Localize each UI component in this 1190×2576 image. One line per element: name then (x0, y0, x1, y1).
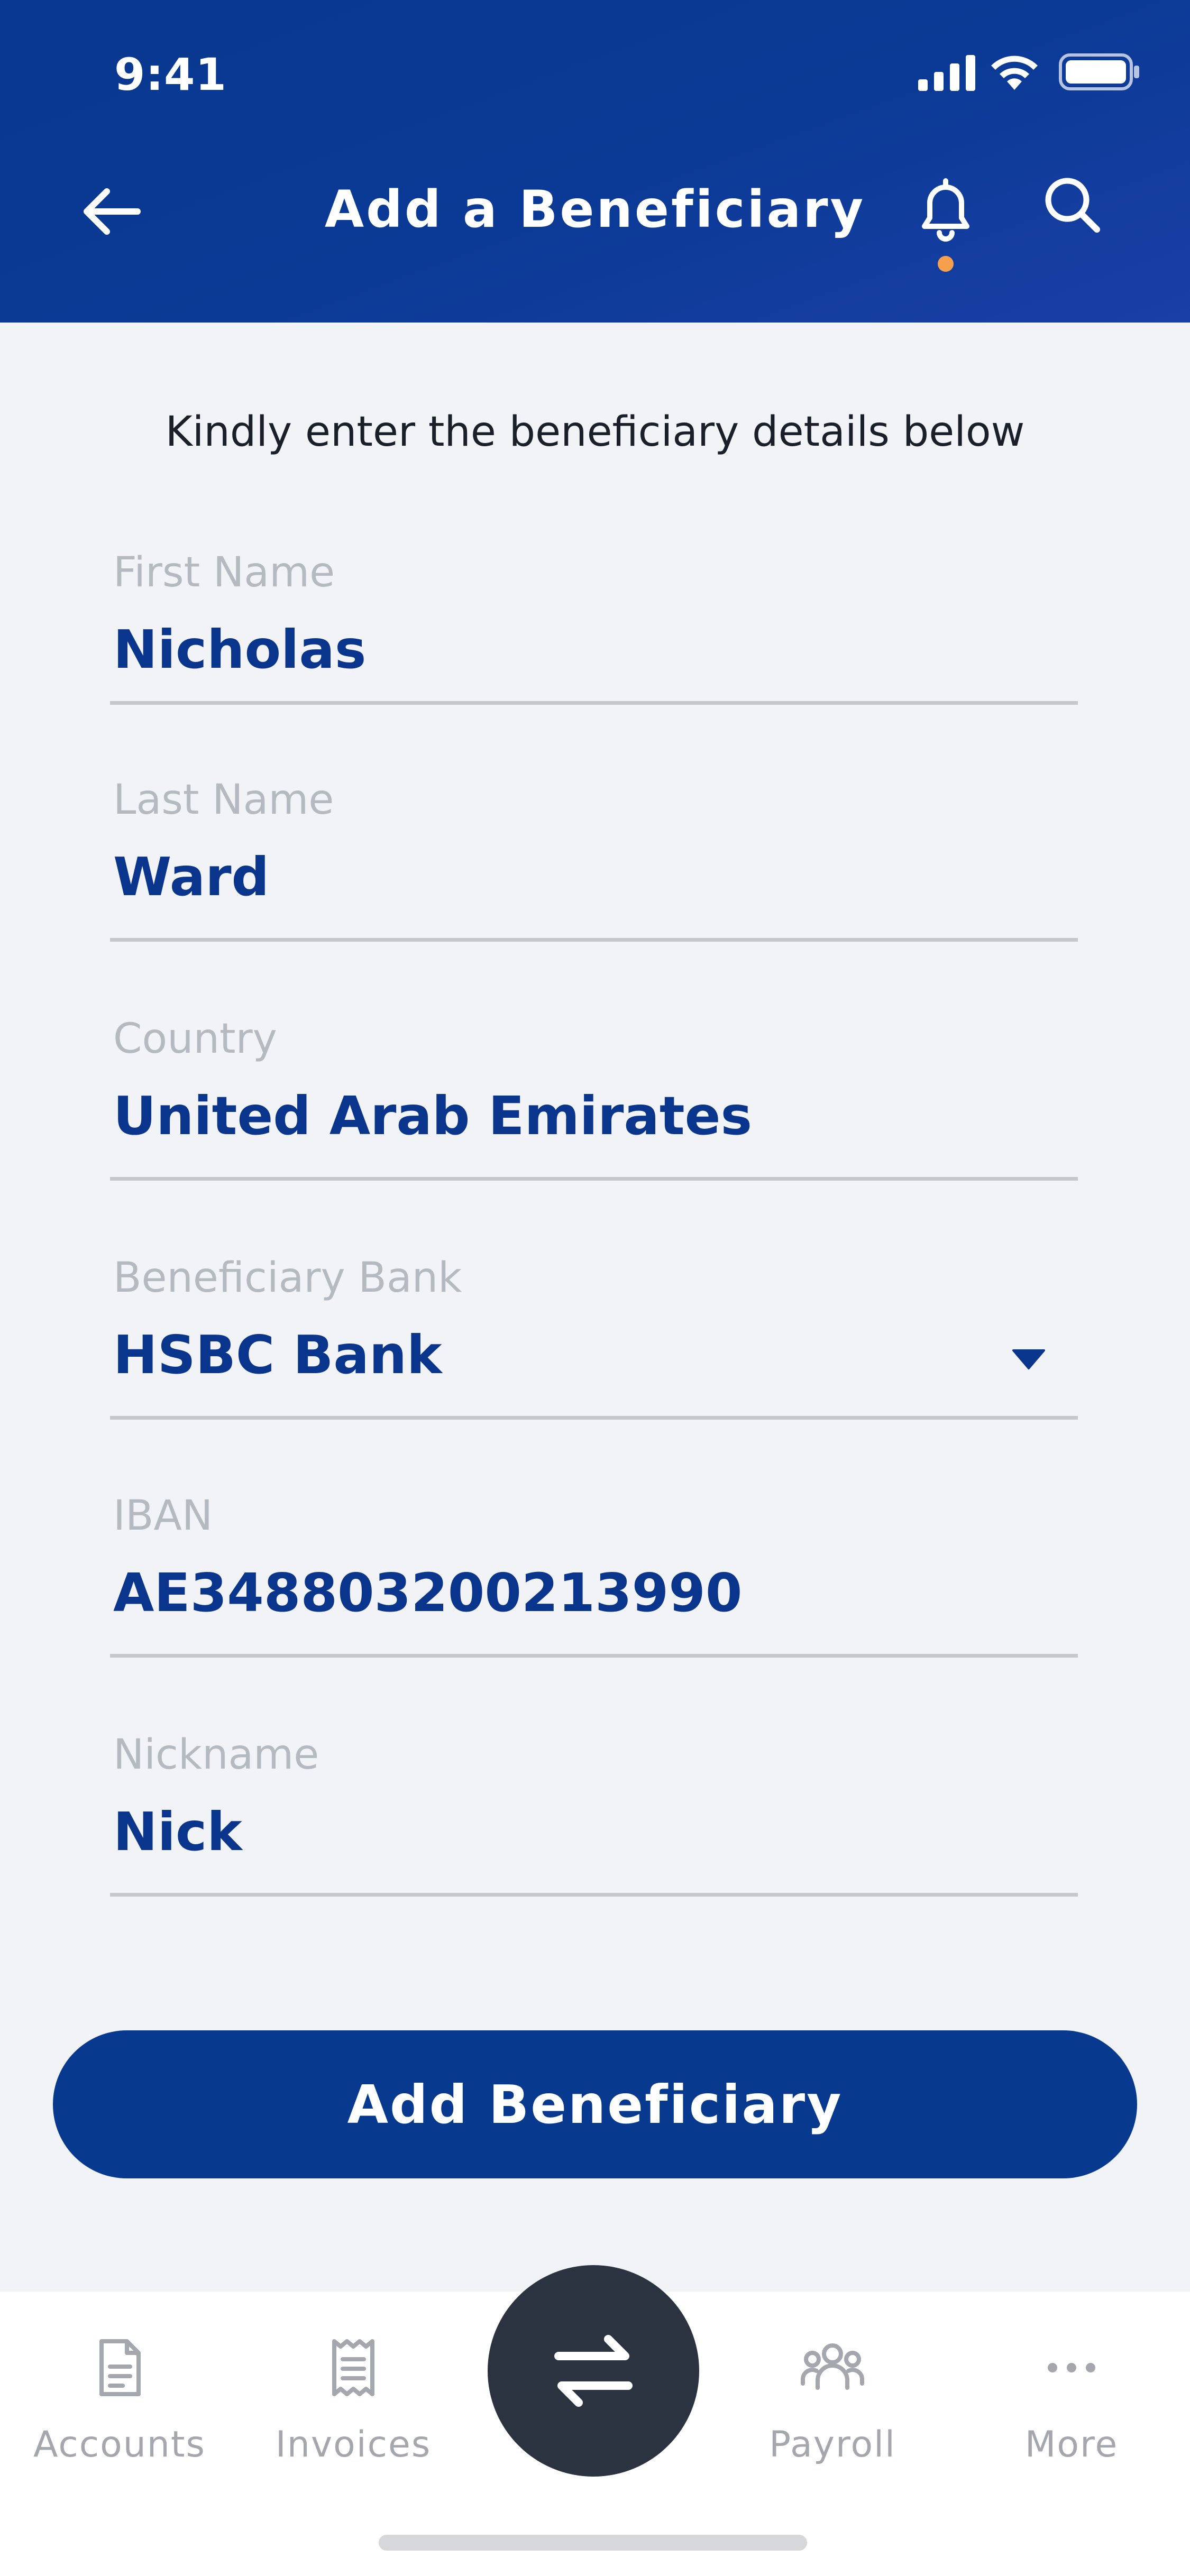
first-name-input[interactable]: Nicholas (113, 619, 366, 680)
notification-bell-icon[interactable] (914, 176, 977, 244)
iban-underline (110, 1654, 1078, 1658)
country-label: Country (113, 1015, 277, 1063)
beneficiary-bank-label: Beneficiary Bank (113, 1254, 462, 1302)
first-name-underline (110, 701, 1078, 705)
iban-input[interactable]: AE348803200213990 (113, 1562, 742, 1624)
transfer-button[interactable] (488, 2265, 699, 2477)
nickname-underline (110, 1893, 1078, 1897)
form-instructions: Kindly enter the beneficiary details bel… (165, 408, 1025, 456)
notification-dot (938, 256, 954, 272)
country-input[interactable]: United Arab Emirates (113, 1085, 752, 1147)
tab-more[interactable]: More (992, 2292, 1151, 2503)
more-icon (1048, 2363, 1095, 2372)
add-beneficiary-button[interactable]: Add Beneficiary (53, 2030, 1137, 2178)
wifi-icon (991, 56, 1038, 90)
swap-icon (554, 2335, 633, 2407)
tab-invoices-label: Invoices (275, 2424, 432, 2465)
tab-more-label: More (1024, 2424, 1119, 2465)
last-name-underline (110, 938, 1078, 942)
app-header: 9:41 Add a Beneficiary (0, 0, 1190, 323)
search-icon[interactable] (1040, 172, 1103, 236)
tab-invoices[interactable]: Invoices (274, 2292, 433, 2503)
document-icon (99, 2339, 141, 2396)
nickname-input[interactable]: Nick (113, 1801, 242, 1863)
people-icon (801, 2343, 864, 2390)
nickname-label: Nickname (113, 1731, 319, 1779)
beneficiary-bank-select[interactable]: HSBC Bank (113, 1324, 442, 1386)
first-name-label: First Name (113, 549, 335, 596)
iban-label: IBAN (113, 1492, 213, 1540)
beneficiary-bank-underline (110, 1416, 1078, 1420)
receipt-icon (332, 2339, 374, 2396)
tab-accounts-label: Accounts (33, 2424, 206, 2465)
last-name-label: Last Name (113, 776, 334, 824)
chevron-down-icon[interactable] (1011, 1347, 1046, 1370)
battery-icon (1059, 53, 1139, 90)
status-time: 9:41 (114, 49, 227, 100)
signal-icon (918, 55, 975, 91)
country-underline (110, 1177, 1078, 1181)
last-name-input[interactable]: Ward (113, 846, 269, 908)
tab-payroll-label: Payroll (769, 2424, 896, 2465)
home-indicator (379, 2535, 807, 2551)
tab-payroll[interactable]: Payroll (753, 2292, 912, 2503)
tab-accounts[interactable]: Accounts (33, 2292, 205, 2503)
page-title: Add a Beneficiary (324, 180, 866, 239)
